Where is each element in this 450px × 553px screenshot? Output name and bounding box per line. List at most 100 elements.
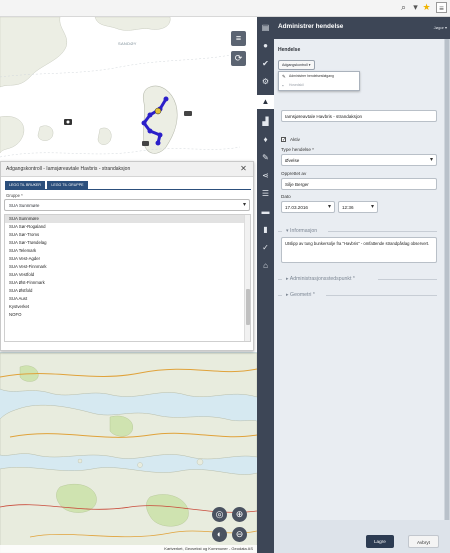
scrollbar-thumb[interactable] bbox=[246, 289, 250, 325]
scrollbar-thumb[interactable] bbox=[445, 39, 449, 525]
list-item[interactable]: SUA Øst-Finnmark bbox=[5, 279, 250, 287]
close-icon[interactable]: ✕ bbox=[239, 164, 248, 174]
zoom-in-icon[interactable]: ⊕ bbox=[232, 507, 247, 522]
group-label: Gruppe * bbox=[6, 193, 23, 198]
panel-scrollbar[interactable] bbox=[444, 39, 450, 537]
created-by-field[interactable]: Silje Berger bbox=[281, 178, 437, 190]
chevron-down-icon: ▾ bbox=[242, 202, 246, 208]
clipboard-icon[interactable]: ▮ bbox=[257, 223, 274, 237]
menu-item-label: Administrer hendelsesfølgang bbox=[289, 74, 334, 78]
layers-panel-icon[interactable]: ▤ bbox=[257, 21, 274, 35]
list-item[interactable]: Kystverket bbox=[5, 303, 250, 311]
section-divider bbox=[378, 279, 437, 280]
tab-add-user[interactable]: LEGG TIL BRUKER bbox=[5, 181, 45, 189]
type-select-value: Øvelse bbox=[285, 158, 300, 163]
panel-body: Hendelse Adgangskontroll ▾ ✎ Administrer… bbox=[274, 39, 444, 537]
list-scrollbar[interactable] bbox=[244, 215, 250, 341]
time-field[interactable]: 12:36 ▾ bbox=[338, 201, 378, 213]
pencil-icon: ✎ bbox=[282, 74, 286, 79]
list-item[interactable]: SUA Vest-Finnmark bbox=[5, 263, 250, 271]
document-icon[interactable]: ▬ bbox=[257, 205, 274, 219]
type-select[interactable]: Øvelse ▾ bbox=[281, 154, 437, 166]
panel-header: Administrer hendelse Jøgor ▾ bbox=[274, 17, 450, 39]
geometry-section-title[interactable]: ▸ Geometri * bbox=[286, 291, 315, 300]
event-name-field[interactable]: Iamsjøreavtale Havbris - strandaksjon bbox=[281, 110, 437, 122]
group-dropdown-list[interactable]: SUA Sunnmøre SUA Sør-Rogaland SUA Sør-Tr… bbox=[4, 214, 251, 342]
admin-section-label: Administrasjonsstedspunkt * bbox=[289, 276, 355, 282]
chevron-down-icon: ▾ bbox=[370, 204, 374, 210]
date-field[interactable]: 17.03.2016 ▾ bbox=[281, 201, 335, 213]
group-select-value: SUA Sunnmøre bbox=[9, 203, 40, 208]
cancel-button[interactable]: Avbryt bbox=[408, 535, 439, 548]
list-item[interactable]: SUA Sør-Troms bbox=[5, 231, 250, 239]
chevron-down-icon: ▾ bbox=[429, 157, 433, 163]
locate-icon[interactable]: ◎ bbox=[212, 507, 227, 522]
active-checkbox[interactable]: ✓ bbox=[281, 137, 286, 143]
date-label: Dato bbox=[281, 194, 291, 199]
map-place-label: SANDØY bbox=[118, 41, 137, 46]
flag-icon[interactable]: ✓ bbox=[257, 241, 274, 255]
layers-icon[interactable]: ≡ bbox=[231, 31, 246, 46]
access-control-button[interactable]: Adgangskontroll ▾ bbox=[278, 60, 315, 70]
info-section-label: Informasjon bbox=[290, 228, 318, 234]
share-icon[interactable]: ⋖ bbox=[257, 169, 274, 183]
group-select[interactable]: SUA Sunnmøre ▾ bbox=[4, 199, 250, 211]
settings-icon[interactable]: ⚙ bbox=[257, 75, 274, 89]
admin-section-title[interactable]: ▸ Administrasjonsstedspunkt * bbox=[286, 275, 355, 284]
info-section-title[interactable]: ▾ Informasjon bbox=[286, 227, 317, 236]
active-label: Aktiv bbox=[290, 137, 300, 142]
user-menu[interactable]: Jøgor ▾ bbox=[434, 25, 447, 30]
info-textarea[interactable]: Utslipp av tung bunkersolje fra "Havbris… bbox=[281, 237, 437, 263]
panel-title: Administrer hendelse bbox=[278, 23, 344, 30]
section-divider bbox=[278, 231, 282, 232]
panel-footer: Lagre Avbryt bbox=[274, 520, 450, 553]
list-item[interactable]: SUA Østfold bbox=[5, 287, 250, 295]
date-value: 17.03.2016 bbox=[285, 205, 308, 210]
list-item[interactable]: SUA Aust bbox=[5, 295, 250, 303]
dialog-tabs: LEGG TIL BRUKER LEGG TIL GRUPPE bbox=[5, 181, 89, 189]
star-icon[interactable]: ★ bbox=[421, 2, 432, 13]
menu-icon[interactable]: ≡ bbox=[436, 2, 447, 13]
browser-toolbar: ⌕ ▾ ★ ≡ bbox=[0, 0, 450, 17]
list-item[interactable]: SUA Sunnmøre bbox=[5, 215, 250, 223]
geometry-section-label: Geometri * bbox=[290, 292, 315, 298]
filter-icon[interactable]: ▾ bbox=[410, 2, 421, 13]
pin-icon[interactable]: ✔ bbox=[257, 57, 274, 71]
list-item[interactable]: NOFO bbox=[5, 311, 250, 319]
search-icon[interactable]: ⌕ bbox=[398, 2, 409, 13]
access-menu: ✎ Administrer hendelsesfølgang ▪ Hovedsk… bbox=[278, 71, 360, 91]
dialog-title: Adgangskontroll - Iamsjøreavtale Havbris… bbox=[1, 162, 253, 177]
list-icon[interactable]: ☰ bbox=[257, 187, 274, 201]
list-item[interactable]: SUA Sør-Trøndelag bbox=[5, 239, 250, 247]
chart-icon[interactable]: ▟ bbox=[257, 115, 274, 129]
zoom-out-icon[interactable]: ⊖ bbox=[232, 527, 247, 542]
pencil-icon[interactable]: ✎ bbox=[257, 151, 274, 165]
access-control-dialog: Adgangskontroll - Iamsjøreavtale Havbris… bbox=[0, 161, 254, 351]
info-icon[interactable]: ◐ bbox=[212, 527, 227, 542]
tab-add-group[interactable]: LEGG TIL GRUPPE bbox=[47, 181, 88, 189]
list-item[interactable]: SUA Telemark bbox=[5, 247, 250, 255]
side-toolbar: ▤ ● ✔ ⚙ ▲ ▟ ♦ ✎ ⋖ ☰ ▬ ▮ ✓ ⌂ bbox=[257, 17, 274, 553]
lock-icon: ▪ bbox=[282, 83, 284, 88]
section-divider bbox=[328, 231, 437, 232]
list-item[interactable]: SUA Vest-Agder bbox=[5, 255, 250, 263]
administer-event-panel: Administrer hendelse Jøgor ▾ Hendelse Ad… bbox=[274, 17, 450, 553]
menu-item-main[interactable]: ▪ Hovedskil bbox=[279, 81, 359, 90]
home-icon[interactable]: ⌂ bbox=[257, 259, 274, 273]
time-value: 12:36 bbox=[342, 205, 354, 210]
list-item[interactable]: SUA Vestfold bbox=[5, 271, 250, 279]
section-divider bbox=[278, 279, 282, 280]
warning-icon[interactable]: ▲ bbox=[257, 95, 274, 109]
type-label: Type hendelse * bbox=[281, 147, 314, 152]
tab-divider bbox=[5, 189, 251, 190]
save-button[interactable]: Lagre bbox=[366, 535, 394, 548]
user-icon[interactable]: ● bbox=[257, 39, 274, 53]
map-attribution: Kartverket, Geovekst og Kommuner - Geoda… bbox=[0, 545, 257, 553]
menu-item-administer-access[interactable]: ✎ Administrer hendelsesfølgang bbox=[279, 72, 359, 81]
created-by-label: Opprettet av bbox=[281, 171, 307, 176]
list-item[interactable]: SUA Sør-Rogaland bbox=[5, 223, 250, 231]
drop-icon[interactable]: ♦ bbox=[257, 133, 274, 147]
section-divider bbox=[278, 295, 282, 296]
section-event-title: Hendelse bbox=[278, 47, 301, 53]
refresh-icon[interactable]: ⟳ bbox=[231, 51, 246, 66]
